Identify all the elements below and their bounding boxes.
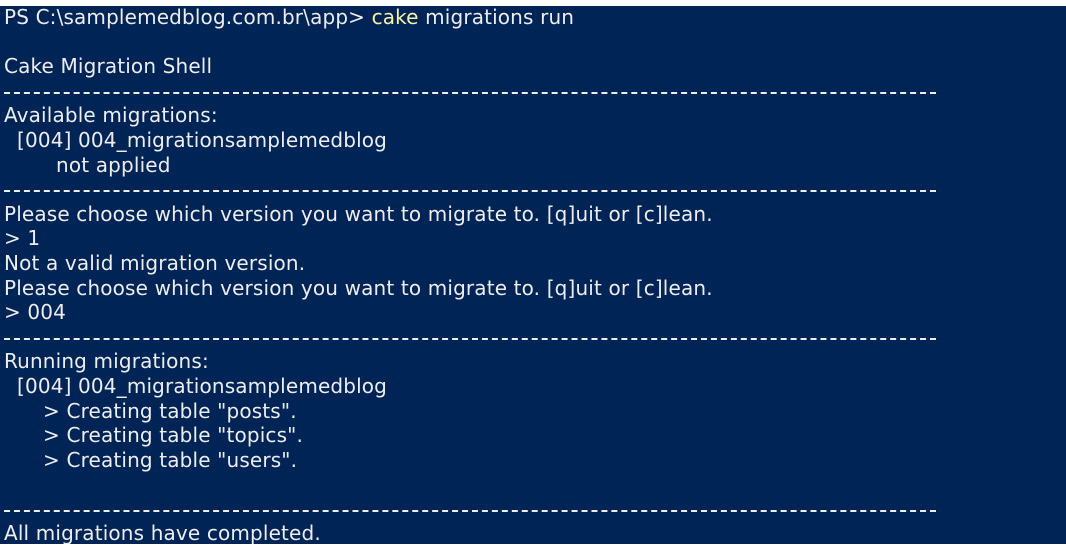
console-line: Please choose which version you want to … [4,201,713,226]
console-line: not applied [4,152,171,177]
separator-line [4,79,936,104]
command-keyword: cake [371,6,419,29]
console-line: [004] 004_migrationsamplemedblog [4,127,388,152]
console-line: All migrations have completed. [4,521,321,544]
console-line: > Creating table "users". [4,447,298,472]
console-line: Available migrations: [4,103,218,128]
command-line: PS C:\samplemedblog.com.br\app> cake mig… [4,6,936,30]
console-output: PS C:\samplemedblog.com.br\app> cake mig… [4,6,936,544]
powershell-console[interactable]: PS C:\samplemedblog.com.br\app> cake mig… [0,6,1066,544]
separator-line [4,325,936,350]
console-line: Running migrations: [4,349,209,374]
prompt: PS C:\samplemedblog.com.br\app> [4,6,372,29]
separator-line [4,177,936,202]
console-line: > Creating table "topics". [4,423,304,448]
command-args: migrations run [418,6,575,29]
separator-line [4,497,936,522]
console-line: > 1 [4,226,41,251]
console-line: Please choose which version you want to … [4,275,713,300]
console-line: Cake Migration Shell [4,54,213,79]
console-line: > 004 [4,300,67,325]
console-line: Not a valid migration version. [4,250,306,275]
console-line: > Creating table "posts". [4,398,297,423]
console-line: [004] 004_migrationsamplemedblog [4,373,388,398]
